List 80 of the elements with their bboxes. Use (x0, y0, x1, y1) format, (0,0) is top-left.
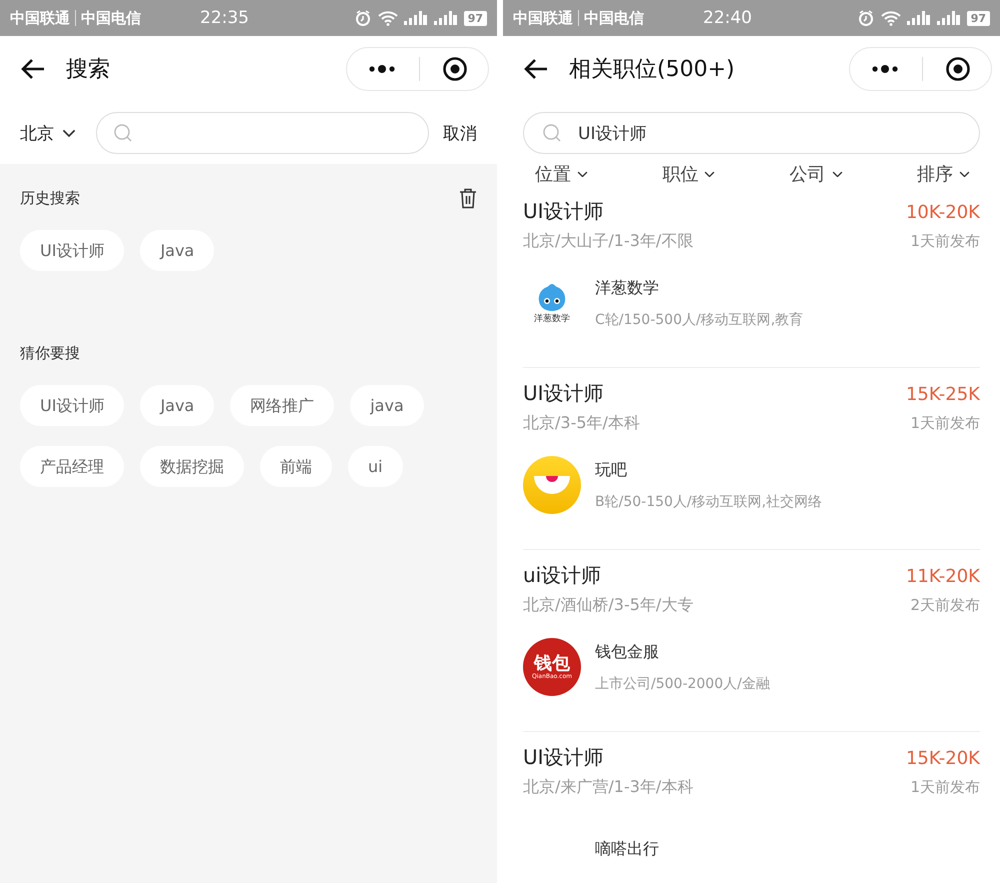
job-title[interactable]: UI设计师 (523, 380, 604, 407)
back-arrow-icon[interactable] (20, 58, 46, 80)
filter-dropdown[interactable]: 位置 (535, 162, 571, 186)
job-details: 北京/来广营/1-3年/本科 (523, 777, 694, 798)
search-tag[interactable]: 数据挖掘 (140, 446, 244, 487)
page-title: 搜索 (66, 56, 111, 84)
job-details: 北京/3-5年/本科 (523, 413, 640, 434)
signal-icon (906, 11, 931, 25)
chevron-down-icon (62, 128, 76, 138)
more-icon[interactable] (367, 64, 397, 74)
city-selector[interactable]: 北京 (20, 122, 54, 144)
company-name: 洋葱数学 (595, 278, 660, 298)
carrier-name: 中国联通 (513, 8, 573, 28)
trash-icon[interactable] (459, 188, 477, 208)
battery-level: 97 (464, 10, 487, 26)
blob-mascot-icon (536, 282, 568, 312)
posted-time: 1天前发布 (910, 778, 980, 797)
job-details: 北京/酒仙桥/3-5年/大专 (523, 595, 694, 616)
cancel-link[interactable]: 取消 (443, 122, 477, 144)
carrier-name: 中国电信 (584, 8, 644, 28)
carrier-name: 中国联通 (10, 8, 70, 28)
carrier-name: 中国电信 (81, 8, 141, 28)
salary: 10K-20K (906, 202, 980, 223)
filter-dropdown[interactable]: 排序 (916, 162, 953, 186)
search-field[interactable]: UI设计师 (523, 112, 980, 154)
salary: 15K-25K (906, 384, 980, 405)
smile-logo-icon (523, 456, 581, 514)
logo-caption: 洋葱数学 (534, 312, 570, 324)
signal-icon (434, 11, 458, 25)
job-title[interactable]: UI设计师 (523, 198, 604, 225)
company-details: 上市公司/500-2000人/金融 (595, 674, 770, 692)
alarm-icon (856, 9, 875, 27)
search-icon (542, 123, 562, 143)
search-tag[interactable]: java (350, 385, 424, 426)
company-details: C轮/150-500人/移动互联网,教育 (595, 310, 804, 328)
company-name: 玩吧 (595, 460, 628, 480)
chevron-down-icon (958, 170, 970, 178)
signal-icon (936, 11, 961, 25)
filter-dropdown[interactable]: 公司 (790, 162, 826, 186)
search-tag[interactable]: Java (140, 385, 214, 426)
close-target-icon[interactable] (945, 56, 971, 82)
wifi-icon (880, 10, 901, 26)
salary: 15K-20K (906, 748, 980, 769)
search-tag[interactable]: ui (348, 446, 403, 487)
salary: 11K-20K (906, 566, 980, 587)
posted-time: 1天前发布 (910, 414, 980, 433)
job-details: 北京/大山子/1-3年/不限 (523, 231, 694, 252)
more-icon[interactable] (870, 64, 900, 74)
search-tag[interactable]: UI设计师 (20, 230, 124, 271)
company-details: B轮/50-150人/移动互联网,社交网络 (595, 492, 822, 510)
clock-time: 22:35 (200, 8, 250, 28)
page-title: 相关职位(500+) (569, 56, 736, 84)
job-title[interactable]: UI设计师 (523, 744, 604, 771)
posted-time: 2天前发布 (910, 596, 980, 615)
close-target-icon[interactable] (442, 56, 468, 82)
search-icon (113, 123, 133, 143)
search-tag[interactable]: UI设计师 (20, 385, 124, 426)
search-query: UI设计师 (578, 122, 648, 144)
search-field[interactable] (96, 112, 429, 154)
chevron-down-icon (704, 170, 716, 178)
logo-wordmark: 钱包 (534, 654, 570, 672)
company-name: 嘀嗒出行 (595, 838, 659, 860)
section-title: 历史搜索 (20, 188, 80, 208)
company-name: 钱包金服 (595, 642, 660, 662)
clock-time: 22:40 (703, 8, 753, 28)
back-arrow-icon[interactable] (523, 58, 549, 80)
search-tag[interactable]: 产品经理 (20, 446, 124, 487)
battery-level: 97 (966, 10, 990, 26)
wifi-icon (378, 10, 398, 26)
chevron-down-icon (577, 170, 588, 178)
search-tag[interactable]: Java (140, 230, 214, 271)
chevron-down-icon (832, 170, 843, 178)
posted-time: 1天前发布 (910, 232, 980, 251)
filter-dropdown[interactable]: 职位 (662, 162, 698, 186)
search-tag[interactable]: 前端 (260, 446, 332, 487)
section-title: 猜你要搜 (20, 344, 80, 362)
search-tag[interactable]: 网络推广 (230, 385, 334, 426)
signal-icon (404, 11, 428, 25)
job-title[interactable]: ui设计师 (523, 562, 602, 589)
alarm-icon (354, 9, 372, 27)
